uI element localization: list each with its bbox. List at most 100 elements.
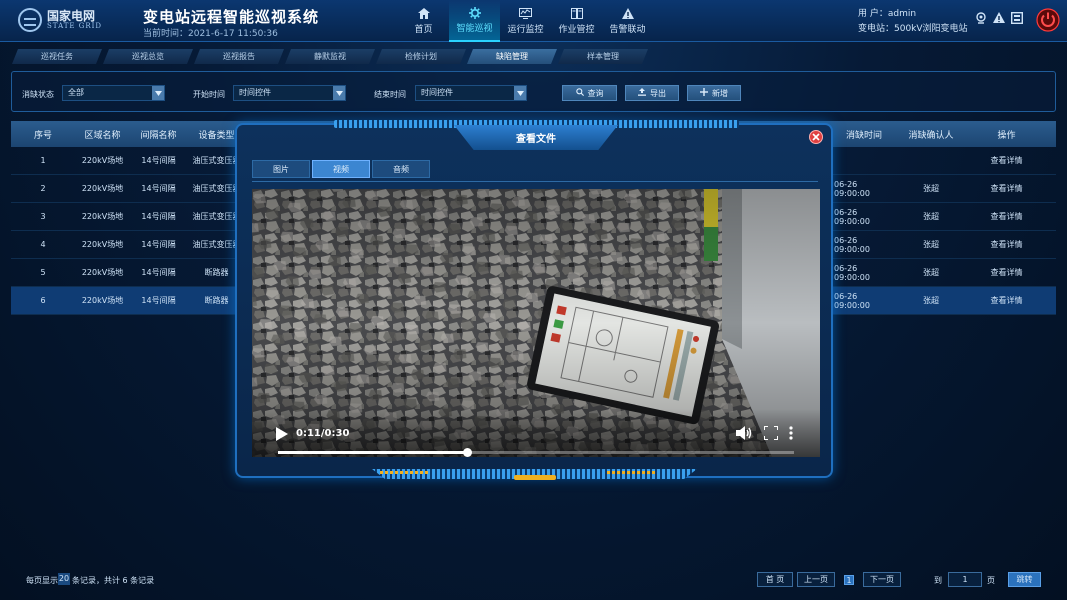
play-icon[interactable] [276, 427, 288, 444]
more-options-icon[interactable] [789, 426, 793, 443]
alert-icon[interactable] [993, 12, 1005, 27]
view-details-link[interactable]: 查看详情 [968, 267, 1045, 278]
pagination: 每页显示 20 条记录，共计 6 条记录 首 页 上一页 1 下一页 到 1 页… [0, 570, 1067, 590]
table-cell: 5 [40, 268, 46, 277]
view-details-link[interactable]: 查看详情 [968, 183, 1045, 194]
video-progress-track[interactable] [278, 448, 794, 457]
status-select[interactable]: 全部 [62, 85, 165, 101]
first-page-button[interactable]: 首 页 [757, 572, 793, 587]
tab-patrol-report[interactable]: 巡视报告 [194, 49, 284, 64]
logo-cn-text: 国家电网 [47, 9, 96, 23]
tab-sample-management[interactable]: 样本管理 [558, 49, 648, 64]
table-cell: 06-26 09:00:00 [834, 291, 870, 310]
tab-defect-management[interactable]: 缺陷管理 [467, 49, 557, 64]
current-page[interactable]: 1 [844, 575, 854, 585]
export-icon [638, 88, 646, 98]
tab-images[interactable]: 图片 [252, 160, 310, 178]
page-unit-label: 页 [987, 576, 995, 585]
end-time-picker[interactable]: 时间控件 [415, 85, 527, 101]
header-tools [975, 11, 1024, 27]
table-cell: 220kV场地 [81, 240, 124, 249]
start-time-picker[interactable]: 时间控件 [233, 85, 346, 101]
video-player[interactable]: 0:11/0:30 [252, 189, 820, 457]
tab-silent-monitor[interactable]: 静默监视 [285, 49, 375, 64]
gear-icon [468, 6, 482, 19]
table-cell: 张超 [923, 184, 939, 193]
table-cell: 220kV场地 [81, 212, 124, 221]
add-label: 新增 [712, 88, 728, 98]
table-cell: 4 [40, 240, 46, 249]
tab-maintenance-plan[interactable]: 检修计划 [376, 49, 466, 64]
volume-icon[interactable] [736, 426, 752, 443]
user-info: 用 户：admin 变电站：500kV浏阳变电站 [858, 7, 968, 37]
table-cell: 张超 [923, 268, 939, 277]
table-cell: 张超 [923, 240, 939, 249]
table-cell: 张超 [923, 212, 939, 221]
search-icon [575, 88, 584, 98]
filter-bar: 消缺状态 全部 开始时间 时间控件 结束时间 时间控件 查询 导出 新增 [11, 71, 1056, 112]
settings-panel-icon[interactable] [1010, 11, 1024, 27]
close-icon[interactable] [809, 130, 823, 144]
view-file-dialog: 查看文件 图片 视频 音频 0:11/0:30 [235, 120, 833, 480]
dialog-tabs: 图片 视频 音频 [252, 160, 430, 178]
video-progress-fill [278, 451, 468, 454]
nav-home[interactable]: 首页 [398, 0, 449, 42]
view-details-link[interactable]: 查看详情 [968, 239, 1045, 250]
nav-smart-patrol[interactable]: 智能巡视 [449, 0, 500, 42]
table-cell: 14号间隔 [141, 240, 176, 249]
camera-icon[interactable] [975, 12, 987, 27]
dialog-bottom-dots-left [380, 471, 430, 474]
export-label: 导出 [650, 88, 666, 98]
end-time-label: 结束时间 [374, 90, 406, 99]
fullscreen-icon[interactable] [763, 425, 779, 443]
app-window: { "header": { "logo_cn": "国家电网", "logo_e… [0, 0, 1067, 600]
nav-monitor-label: 运行监控 [507, 24, 544, 35]
nav-work-control[interactable]: 作业管控 [551, 0, 602, 42]
jump-button[interactable]: 跳转 [1008, 572, 1041, 587]
nav-monitor[interactable]: 运行监控 [500, 0, 551, 42]
tab-patrol-task[interactable]: 巡视任务 [12, 49, 102, 64]
add-button[interactable]: 新增 [687, 85, 741, 101]
view-details-link[interactable]: 查看详情 [968, 295, 1045, 306]
dialog-bottom-dots-right [607, 471, 657, 474]
nav-home-label: 首页 [414, 24, 433, 35]
video-progress-handle[interactable] [463, 448, 473, 457]
status-label: 消缺状态 [22, 90, 54, 99]
table-cell: 2 [40, 184, 46, 193]
view-details-link[interactable]: 查看详情 [968, 211, 1045, 222]
station-name: 变电站：500kV浏阳变电站 [858, 24, 968, 34]
header-cell: 区域名称 [84, 130, 121, 141]
app-title: 变电站远程智能巡视系统 [143, 8, 320, 26]
book-icon [570, 8, 584, 20]
table-cell: 1 [40, 156, 46, 165]
current-time: 当前时间：2021-6-17 11:50:36 [143, 29, 278, 39]
plus-icon [700, 88, 708, 98]
nav-work-control-label: 作业管控 [558, 24, 595, 35]
goto-page-input[interactable]: 1 [948, 572, 982, 587]
logo-en-text: STATE GRID [47, 22, 102, 30]
tab-audio[interactable]: 音频 [372, 160, 430, 178]
page-size-prefix: 每页显示 [26, 576, 58, 585]
header-cell: 操作 [997, 130, 1016, 141]
main-nav: 首页 智能巡视 运行监控 作业管控 告警联动 [398, 0, 653, 42]
chevron-down-icon [514, 86, 526, 100]
nav-alarm[interactable]: 告警联动 [602, 0, 653, 42]
power-icon[interactable] [1036, 8, 1060, 32]
tab-video[interactable]: 视频 [312, 160, 370, 178]
table-cell: 220kV场地 [81, 268, 124, 277]
tab-divider [252, 181, 818, 182]
table-cell: 14号间隔 [141, 184, 176, 193]
page-size-select[interactable]: 20 [58, 573, 70, 585]
dialog-title: 查看文件 [516, 134, 556, 145]
view-details-link[interactable]: 查看详情 [968, 155, 1045, 166]
tab-patrol-overview[interactable]: 巡视总览 [103, 49, 193, 64]
table-cell: 6 [40, 296, 46, 305]
next-page-button[interactable]: 下一页 [863, 572, 901, 587]
table-cell: 14号间隔 [141, 156, 176, 165]
prev-page-button[interactable]: 上一页 [797, 572, 835, 587]
query-button[interactable]: 查询 [562, 85, 617, 101]
export-button[interactable]: 导出 [625, 85, 679, 101]
start-time-value: 时间控件 [239, 88, 271, 97]
table-cell: 06-26 09:00:00 [834, 179, 870, 198]
status-value: 全部 [68, 88, 84, 97]
